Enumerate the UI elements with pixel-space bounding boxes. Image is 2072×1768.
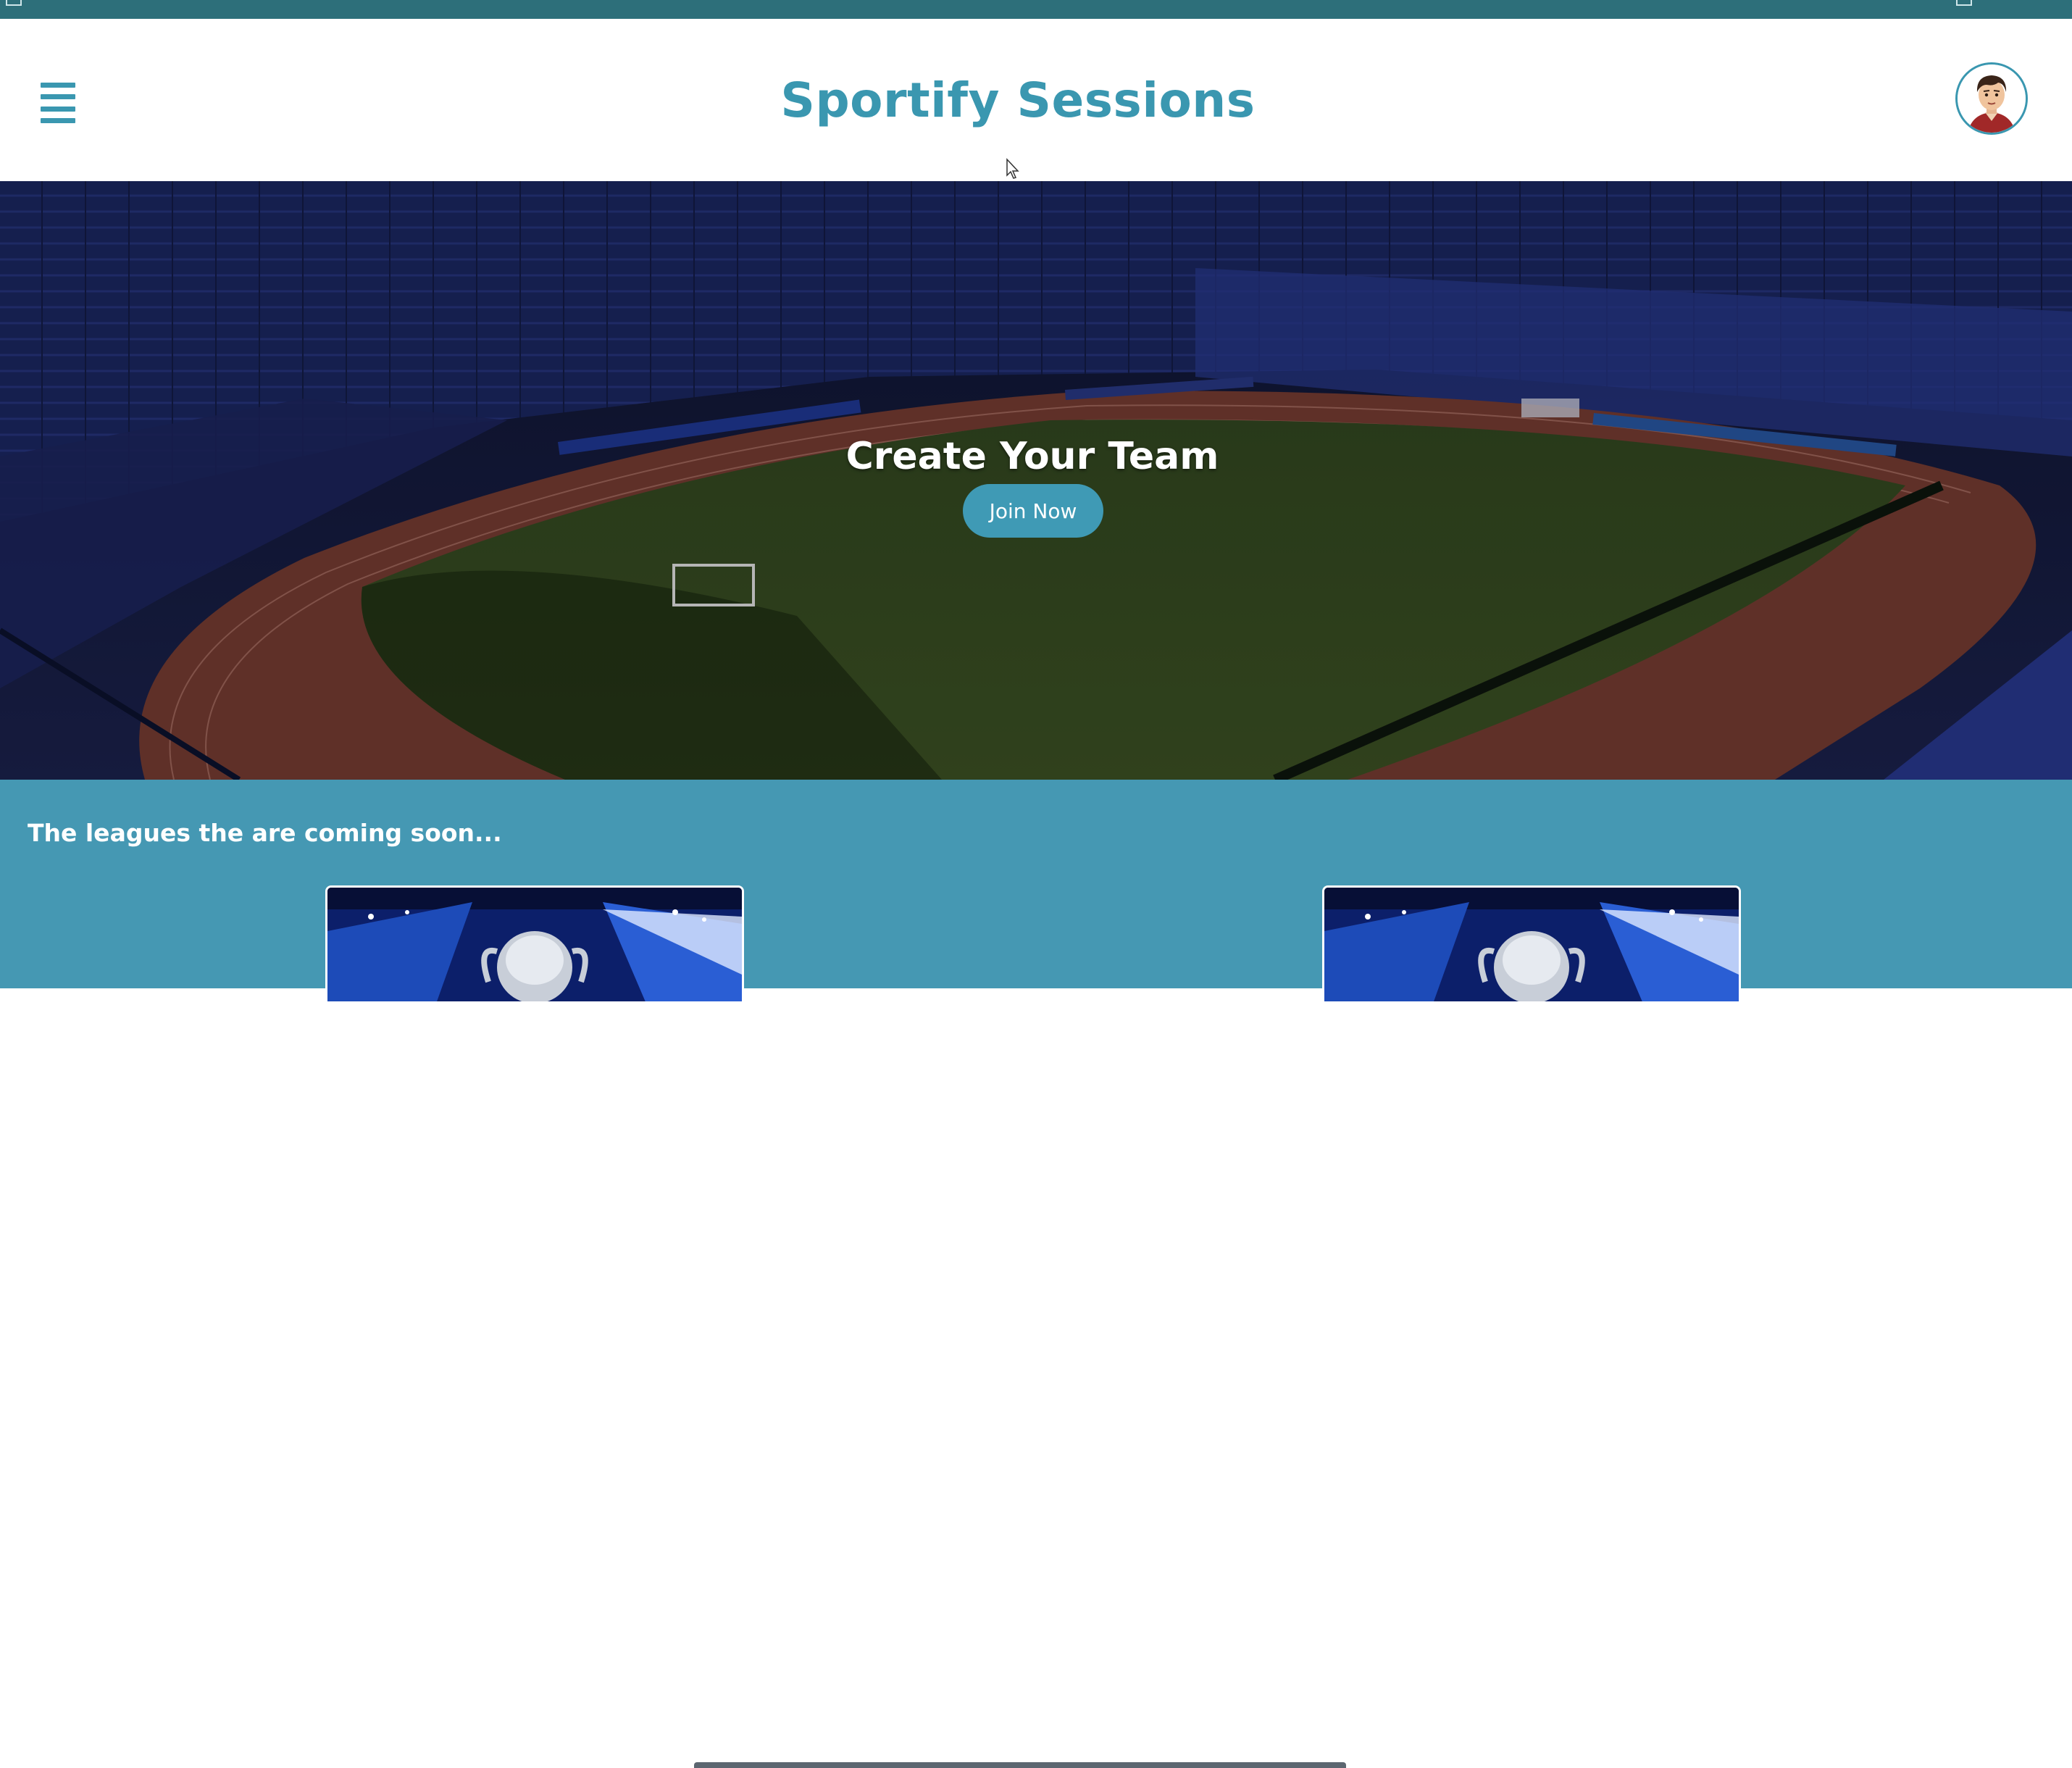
window-controls [1956,0,2058,7]
site-title: Sportify Sessions [780,72,1256,128]
leagues-heading: The leagues the are coming soon... [28,819,502,847]
hero-banner: Create Your Team Join Now [0,181,2072,780]
horizontal-scrollbar[interactable] [694,1762,1346,1768]
mouse-cursor-icon [1006,158,1022,183]
top-strip [0,0,2072,19]
league-card[interactable] [325,885,744,1001]
site-header: Sportify Sessions [0,19,2072,181]
join-now-button[interactable]: Join Now [963,484,1103,538]
hero-title: Create Your Team [845,435,1219,478]
leagues-section: The leagues the are coming soon... [0,780,2072,1768]
stadium-background-image [0,181,2072,780]
champions-league-trophy-image [327,888,742,1001]
champions-league-trophy-image [1324,888,1739,1001]
grid-icon [6,0,22,6]
league-card[interactable] [1322,885,1741,1001]
user-avatar-icon[interactable] [1955,62,2028,135]
